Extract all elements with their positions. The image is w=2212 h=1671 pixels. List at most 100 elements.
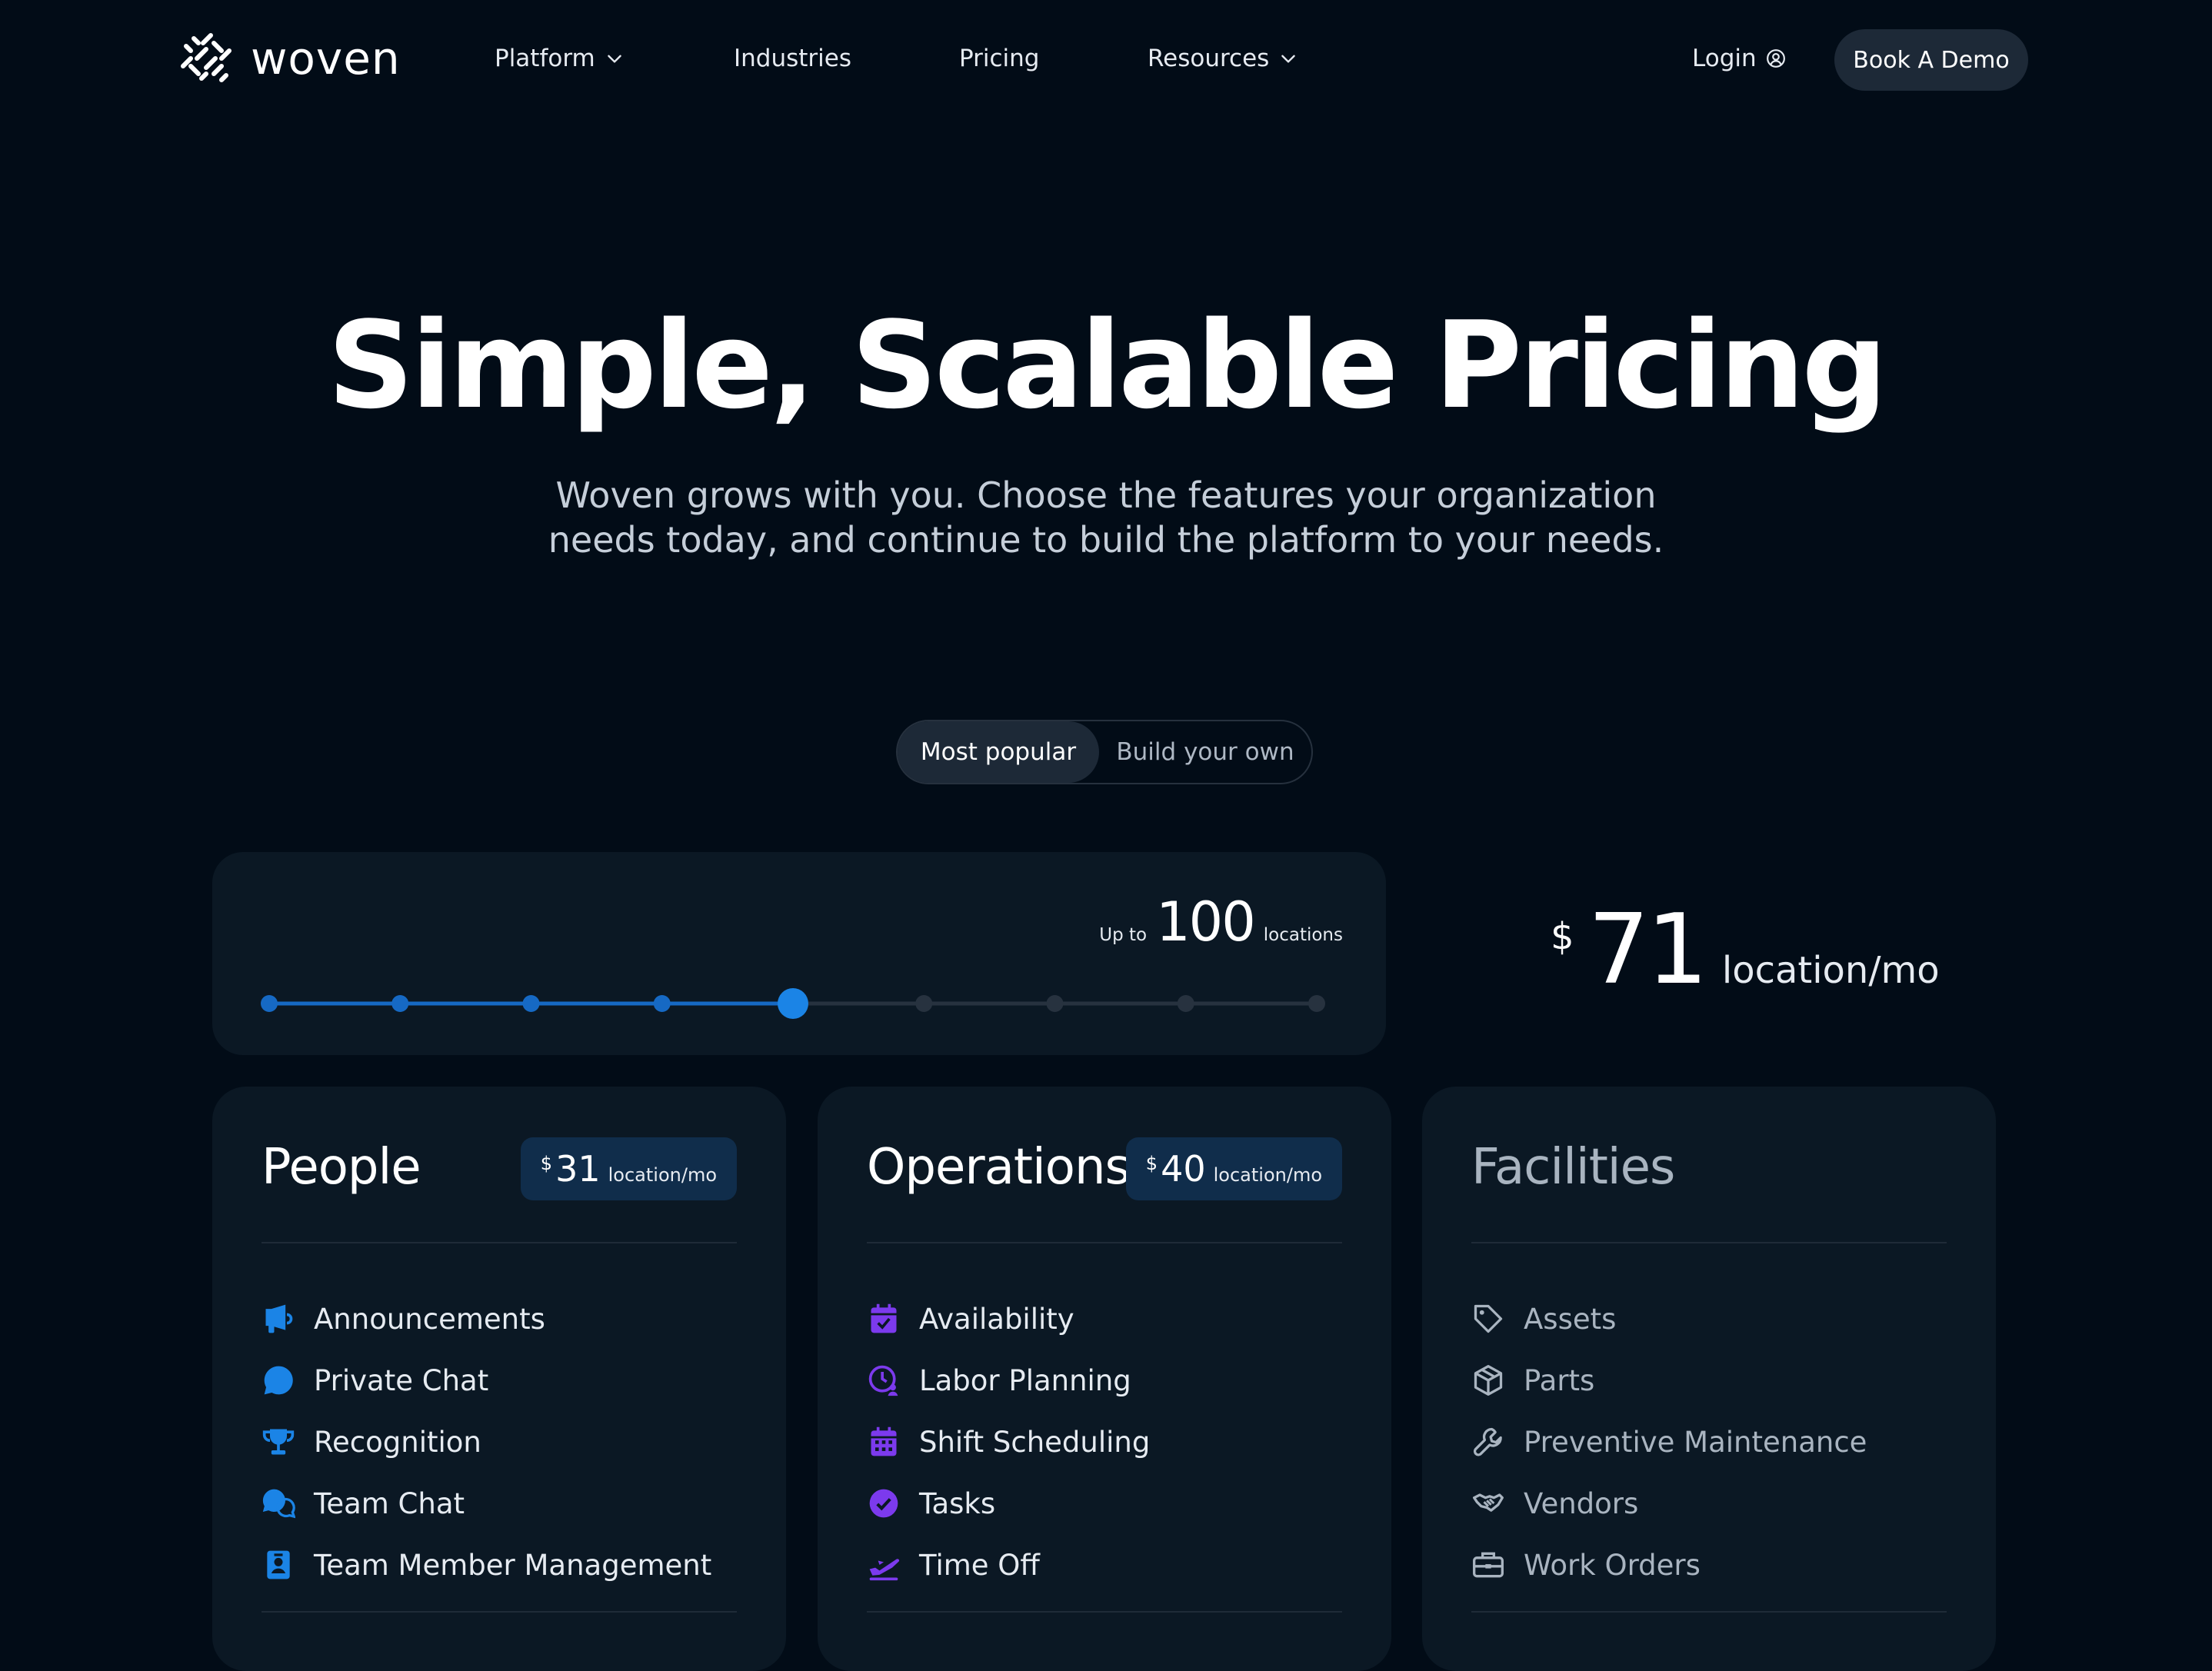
nav-resources[interactable]: Resources bbox=[1148, 43, 1298, 74]
divider bbox=[262, 1242, 737, 1243]
operations-card[interactable]: Operations $ 40 location/mo Availability… bbox=[818, 1087, 1391, 1671]
calendar-grid-icon bbox=[871, 1426, 897, 1456]
nav-platform[interactable]: Platform bbox=[495, 43, 625, 74]
slider-step-dot[interactable] bbox=[261, 995, 278, 1012]
slider-step-dot[interactable] bbox=[522, 995, 540, 1012]
login-label: Login bbox=[1692, 45, 1757, 72]
trophy-icon bbox=[262, 1429, 295, 1455]
feature-label: Announcements bbox=[314, 1302, 545, 1336]
hero-subtitle-line-2: needs today, and continue to build the p… bbox=[548, 519, 1664, 561]
slider-step-dot[interactable] bbox=[1046, 995, 1064, 1012]
total-unit: location/mo bbox=[1721, 949, 1940, 992]
nav-industries-label: Industries bbox=[734, 45, 852, 72]
operations-card-title: Operations bbox=[867, 1139, 1131, 1196]
total-amount: 71 bbox=[1587, 893, 1708, 1006]
feature-label: Team Chat bbox=[314, 1486, 465, 1520]
nav-resources-label: Resources bbox=[1148, 45, 1270, 72]
locations-prefix: Up to bbox=[1099, 925, 1148, 945]
divider bbox=[1471, 1242, 1947, 1243]
feature-label: Preventive Maintenance bbox=[1524, 1425, 1867, 1459]
check-circle-icon bbox=[869, 1489, 898, 1518]
feature-item: Announcements bbox=[262, 1288, 711, 1350]
toggle-build-your-own[interactable]: Build your own bbox=[1099, 721, 1311, 783]
feature-item: Parts bbox=[1471, 1350, 1867, 1411]
megaphone-icon bbox=[265, 1304, 293, 1333]
people-price-badge: $ 31 location/mo bbox=[520, 1137, 737, 1200]
toggle-most-popular[interactable]: Most popular bbox=[898, 721, 1099, 783]
toolbox-icon bbox=[1473, 1552, 1504, 1578]
feature-label: Tasks bbox=[919, 1486, 996, 1520]
login-link[interactable]: Login bbox=[1692, 43, 1786, 74]
user-circle-icon bbox=[1766, 49, 1785, 68]
operations-price-currency: $ bbox=[1145, 1153, 1158, 1174]
chevron-down-icon bbox=[1281, 55, 1296, 63]
people-card[interactable]: People $ 31 location/mo Announcements Pr… bbox=[212, 1087, 786, 1671]
feature-label: Shift Scheduling bbox=[919, 1425, 1151, 1459]
page-title: Simple, Scalable Pricing bbox=[327, 295, 1887, 435]
nav-pricing-label: Pricing bbox=[959, 45, 1040, 72]
locations-panel: Up to 100 locations bbox=[212, 852, 1386, 1055]
divider bbox=[1471, 1611, 1947, 1613]
nav-pricing[interactable]: Pricing bbox=[959, 43, 1040, 74]
feature-item: Availability bbox=[867, 1288, 1150, 1350]
woven-logo[interactable]: woven bbox=[180, 32, 401, 85]
slider-step-dot[interactable] bbox=[1177, 995, 1194, 1012]
feature-item: Preventive Maintenance bbox=[1471, 1411, 1867, 1473]
feature-label: Recognition bbox=[314, 1425, 481, 1459]
people-price-currency: $ bbox=[540, 1153, 553, 1174]
facilities-card-title: Facilities bbox=[1471, 1139, 1675, 1196]
woven-logo-text: woven bbox=[251, 32, 401, 85]
woven-logo-mark-icon bbox=[181, 33, 232, 82]
airplane-icon bbox=[869, 1559, 900, 1581]
wrench-icon bbox=[1473, 1427, 1502, 1456]
nav-platform-label: Platform bbox=[495, 45, 595, 72]
chevron-down-icon bbox=[607, 55, 621, 63]
feature-item: Shift Scheduling bbox=[867, 1411, 1150, 1473]
slider-step-dot[interactable] bbox=[391, 995, 409, 1012]
people-feature-list: Announcements Private Chat Recognition T… bbox=[262, 1288, 711, 1596]
locations-suffix: locations bbox=[1263, 925, 1343, 945]
calendar-check-icon bbox=[871, 1303, 897, 1333]
divider bbox=[262, 1611, 737, 1613]
box-icon bbox=[1474, 1365, 1503, 1396]
people-price-unit: location/mo bbox=[608, 1164, 717, 1186]
feature-item: Assets bbox=[1471, 1288, 1867, 1350]
operations-feature-list: Availability Labor Planning Shift Schedu… bbox=[867, 1288, 1150, 1596]
chat-bubble-icon bbox=[264, 1366, 293, 1395]
locations-slider[interactable] bbox=[258, 975, 1328, 1029]
feature-item: Time Off bbox=[867, 1534, 1150, 1596]
total-price: $ 71 location/mo bbox=[1551, 900, 1940, 1000]
feature-item: Vendors bbox=[1471, 1473, 1867, 1534]
hero-subtitle-line-1: Woven grows with you. Choose the feature… bbox=[555, 474, 1657, 516]
feature-label: Vendors bbox=[1524, 1486, 1639, 1520]
people-price-amount: 31 bbox=[555, 1148, 601, 1190]
facilities-feature-list: Assets Parts Preventive Maintenance Vend… bbox=[1471, 1288, 1867, 1596]
feature-label: Time Off bbox=[919, 1548, 1040, 1582]
slider-step-dot[interactable] bbox=[915, 995, 933, 1012]
feature-label: Private Chat bbox=[314, 1363, 489, 1397]
feature-item: Recognition bbox=[262, 1411, 711, 1473]
locations-count: 100 bbox=[1156, 890, 1256, 954]
feature-item: Private Chat bbox=[262, 1350, 711, 1411]
feature-label: Work Orders bbox=[1524, 1548, 1701, 1582]
slider-step-dot[interactable] bbox=[1308, 995, 1325, 1012]
operations-price-amount: 40 bbox=[1161, 1148, 1206, 1190]
operations-price-unit: location/mo bbox=[1213, 1164, 1322, 1186]
facilities-card[interactable]: Facilities Assets Parts Preventive Maint… bbox=[1422, 1087, 1996, 1671]
handshake-icon bbox=[1473, 1493, 1504, 1512]
feature-label: Team Member Management bbox=[314, 1548, 712, 1582]
book-demo-button[interactable]: Book A Demo bbox=[1834, 29, 2028, 91]
operations-price-badge: $ 40 location/mo bbox=[1125, 1137, 1342, 1200]
tag-icon bbox=[1474, 1304, 1503, 1333]
feature-label: Assets bbox=[1524, 1302, 1617, 1336]
nav-industries[interactable]: Industries bbox=[734, 43, 851, 74]
feature-label: Parts bbox=[1524, 1363, 1595, 1397]
feature-item: Team Member Management bbox=[262, 1534, 711, 1596]
people-card-title: People bbox=[262, 1139, 421, 1196]
locations-readout: Up to 100 locations bbox=[1099, 890, 1343, 954]
slider-step-dot[interactable] bbox=[653, 995, 671, 1012]
slider-handle[interactable] bbox=[778, 988, 808, 1019]
clock-person-icon bbox=[868, 1365, 898, 1396]
hero-subtitle: Woven grows with you. Choose the feature… bbox=[491, 473, 1721, 562]
total-currency: $ bbox=[1551, 915, 1574, 958]
